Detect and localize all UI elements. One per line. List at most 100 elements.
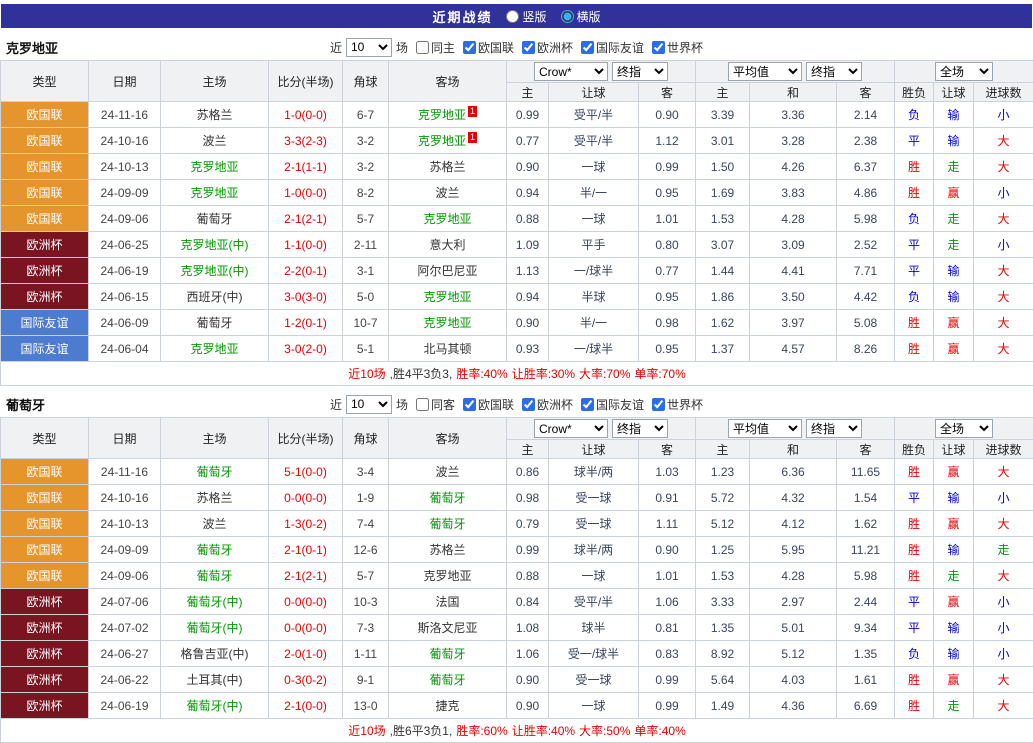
away-team: 克罗地亚 xyxy=(389,206,507,232)
handicap-line: 受一球 xyxy=(549,485,639,511)
layout-horizontal-radio[interactable] xyxy=(561,10,574,23)
summary-segment: 胜率:60% xyxy=(456,724,507,738)
match-score: 1-0(0-0) xyxy=(269,180,343,206)
away-team-name: 苏格兰 xyxy=(429,543,465,557)
competition-filter[interactable]: 世界杯 xyxy=(648,396,703,413)
odds-value: 0.88 xyxy=(507,206,549,232)
avg-odds-value: 1.86 xyxy=(696,284,750,310)
match-row: 欧国联24-09-09克罗地亚1-0(0-0)8-2波兰0.94半/一0.951… xyxy=(1,180,1033,206)
competition-type: 欧洲杯 xyxy=(1,693,89,719)
handicap-result: 赢 xyxy=(934,336,974,362)
odds-source-select[interactable]: 终指 xyxy=(806,419,862,438)
handicap-result: 赢 xyxy=(934,589,974,615)
recent-count-select[interactable]: 10 xyxy=(346,38,392,57)
competition-checkbox[interactable] xyxy=(463,41,476,54)
competition-filter[interactable]: 欧国联 xyxy=(459,396,514,413)
odds-value: 0.90 xyxy=(639,102,696,128)
competition-checkbox[interactable] xyxy=(522,398,535,411)
odds-source-select[interactable]: Crow* xyxy=(534,419,608,438)
home-team: 葡萄牙 xyxy=(161,310,269,336)
handicap-line: 半/一 xyxy=(549,310,639,336)
near-label: 近 xyxy=(330,396,342,413)
same-venue-filter[interactable]: 同主 xyxy=(412,39,455,56)
avg-odds-value: 1.35 xyxy=(696,615,750,641)
competition-checkbox[interactable] xyxy=(522,41,535,54)
odds-value: 1.12 xyxy=(639,128,696,154)
match-date: 24-09-09 xyxy=(89,180,161,206)
away-team-name: 克罗地亚 xyxy=(423,569,471,583)
home-team-name: 克罗地亚 xyxy=(190,160,238,174)
sub-column-header: 进球数 xyxy=(974,83,1033,102)
same-venue-checkbox[interactable] xyxy=(416,41,429,54)
avg-odds-value: 6.37 xyxy=(837,154,895,180)
competition-checkbox[interactable] xyxy=(652,398,665,411)
corner-score: 3-1 xyxy=(343,258,389,284)
goals-result: 大 xyxy=(974,693,1033,719)
odds-value: 1.09 xyxy=(507,232,549,258)
handicap-line: 球半/两 xyxy=(549,459,639,485)
competition-filter[interactable]: 欧国联 xyxy=(459,39,514,56)
odds-source-select[interactable]: 全场 xyxy=(935,62,993,81)
odds-value: 1.11 xyxy=(639,511,696,537)
home-team: 西班牙(中) xyxy=(161,284,269,310)
odds-source-select[interactable]: 终指 xyxy=(612,419,668,438)
avg-odds-value: 1.25 xyxy=(696,537,750,563)
match-date: 24-11-16 xyxy=(89,459,161,485)
match-row: 欧国联24-09-09葡萄牙2-1(0-1)12-6苏格兰0.99球半/两0.9… xyxy=(1,537,1033,563)
competition-checkbox[interactable] xyxy=(581,41,594,54)
competition-checkbox[interactable] xyxy=(652,41,665,54)
same-venue-filter[interactable]: 同客 xyxy=(412,396,455,413)
odds-source-select[interactable]: 终指 xyxy=(806,62,862,81)
win-draw-loss-result: 胜 xyxy=(895,511,934,537)
corner-score: 5-1 xyxy=(343,336,389,362)
odds-source-select[interactable]: 平均值 xyxy=(728,62,802,81)
avg-odds-value: 1.54 xyxy=(837,485,895,511)
away-team: 克罗地亚 xyxy=(389,284,507,310)
recent-count-select[interactable]: 10 xyxy=(346,395,392,414)
layout-option-horizontal[interactable]: 横版 xyxy=(561,8,601,25)
win-draw-loss-result: 负 xyxy=(895,206,934,232)
odds-value: 0.90 xyxy=(507,154,549,180)
odds-source-select[interactable]: 平均值 xyxy=(728,419,802,438)
competition-type: 欧国联 xyxy=(1,459,89,485)
competition-filter[interactable]: 国际友谊 xyxy=(577,39,644,56)
handicap-line: 受一球 xyxy=(549,511,639,537)
goals-result: 大 xyxy=(974,667,1033,693)
odds-source-select[interactable]: Crow* xyxy=(534,62,608,81)
home-team: 克罗地亚 xyxy=(161,180,269,206)
competition-filter[interactable]: 欧洲杯 xyxy=(518,39,573,56)
odds-source-select[interactable]: 全场 xyxy=(935,419,993,438)
odds-source-select[interactable]: 终指 xyxy=(612,62,668,81)
match-date: 24-09-09 xyxy=(89,537,161,563)
competition-checkbox[interactable] xyxy=(581,398,594,411)
competition-type: 欧洲杯 xyxy=(1,232,89,258)
odds-value: 0.77 xyxy=(639,258,696,284)
goals-result: 大 xyxy=(974,511,1033,537)
win-draw-loss-result: 胜 xyxy=(895,336,934,362)
team-name: 葡萄牙 xyxy=(6,395,45,414)
match-score: 5-1(0-0) xyxy=(269,459,343,485)
layout-vertical-radio[interactable] xyxy=(506,10,519,23)
home-team: 克罗地亚(中) xyxy=(161,258,269,284)
same-venue-label: 同客 xyxy=(431,396,455,413)
match-score: 3-0(2-0) xyxy=(269,336,343,362)
sub-column-header: 让球 xyxy=(549,440,639,459)
odds-value: 0.94 xyxy=(507,180,549,206)
avg-odds-value: 3.01 xyxy=(696,128,750,154)
win-draw-loss-result: 平 xyxy=(895,485,934,511)
competition-filter[interactable]: 国际友谊 xyxy=(577,396,644,413)
home-team-name: 波兰 xyxy=(202,517,226,531)
competition-filter[interactable]: 欧洲杯 xyxy=(518,396,573,413)
competition-checkbox[interactable] xyxy=(463,398,476,411)
avg-odds-value: 3.28 xyxy=(750,128,837,154)
layout-option-vertical[interactable]: 竖版 xyxy=(506,8,546,25)
summary-row: 近10场,胜6平3负1,胜率:60%让胜率:40%大率:50%单率:40% xyxy=(1,719,1033,743)
competition-filter[interactable]: 世界杯 xyxy=(648,39,703,56)
sub-column-header: 胜负 xyxy=(895,440,934,459)
avg-odds-value: 11.65 xyxy=(837,459,895,485)
odds-value: 0.93 xyxy=(507,336,549,362)
same-venue-checkbox[interactable] xyxy=(416,398,429,411)
avg-odds-value: 2.38 xyxy=(837,128,895,154)
corner-score: 12-6 xyxy=(343,537,389,563)
away-team-name: 捷克 xyxy=(435,699,459,713)
